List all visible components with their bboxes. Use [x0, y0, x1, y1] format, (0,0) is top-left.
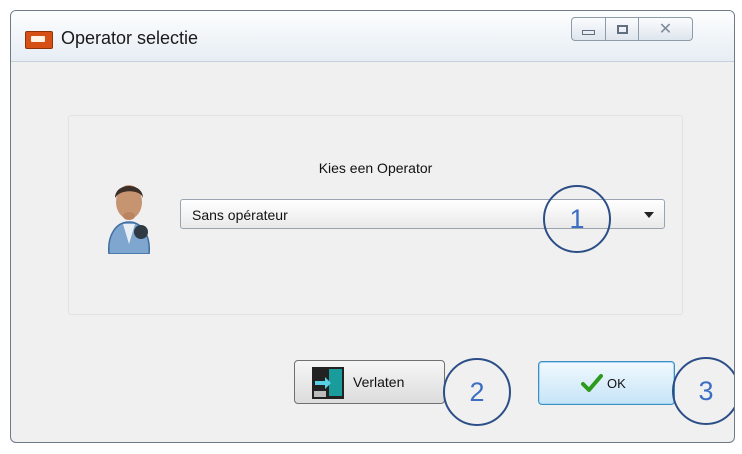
exit-button[interactable]: Verlaten	[294, 360, 445, 404]
app-icon	[25, 31, 53, 49]
operator-dropdown-value: Sans opérateur	[192, 207, 288, 223]
chevron-down-icon[interactable]	[644, 212, 654, 218]
exit-door-icon	[312, 367, 344, 399]
maximize-button[interactable]	[605, 17, 639, 41]
callout-2: 2	[443, 358, 511, 426]
close-button[interactable]: ✕	[638, 17, 693, 41]
user-avatar-icon	[108, 185, 150, 254]
checkmark-icon	[581, 374, 603, 392]
callout-1: 1	[543, 185, 611, 253]
maximize-icon	[616, 24, 628, 34]
exit-button-label: Verlaten	[353, 374, 405, 390]
callout-3: 3	[672, 357, 734, 425]
operator-selection-window: Operator selectie ✕ Kies een Operator Sa…	[10, 10, 735, 443]
minimize-icon	[582, 29, 595, 35]
ok-button-label: OK	[607, 376, 626, 391]
title-bar[interactable]: Operator selectie ✕	[11, 11, 734, 62]
close-icon: ✕	[658, 21, 673, 38]
operator-prompt: Kies een Operator	[318, 160, 433, 176]
minimize-button[interactable]	[571, 17, 606, 41]
window-title: Operator selectie	[61, 28, 199, 48]
ok-button[interactable]: OK	[538, 361, 675, 405]
